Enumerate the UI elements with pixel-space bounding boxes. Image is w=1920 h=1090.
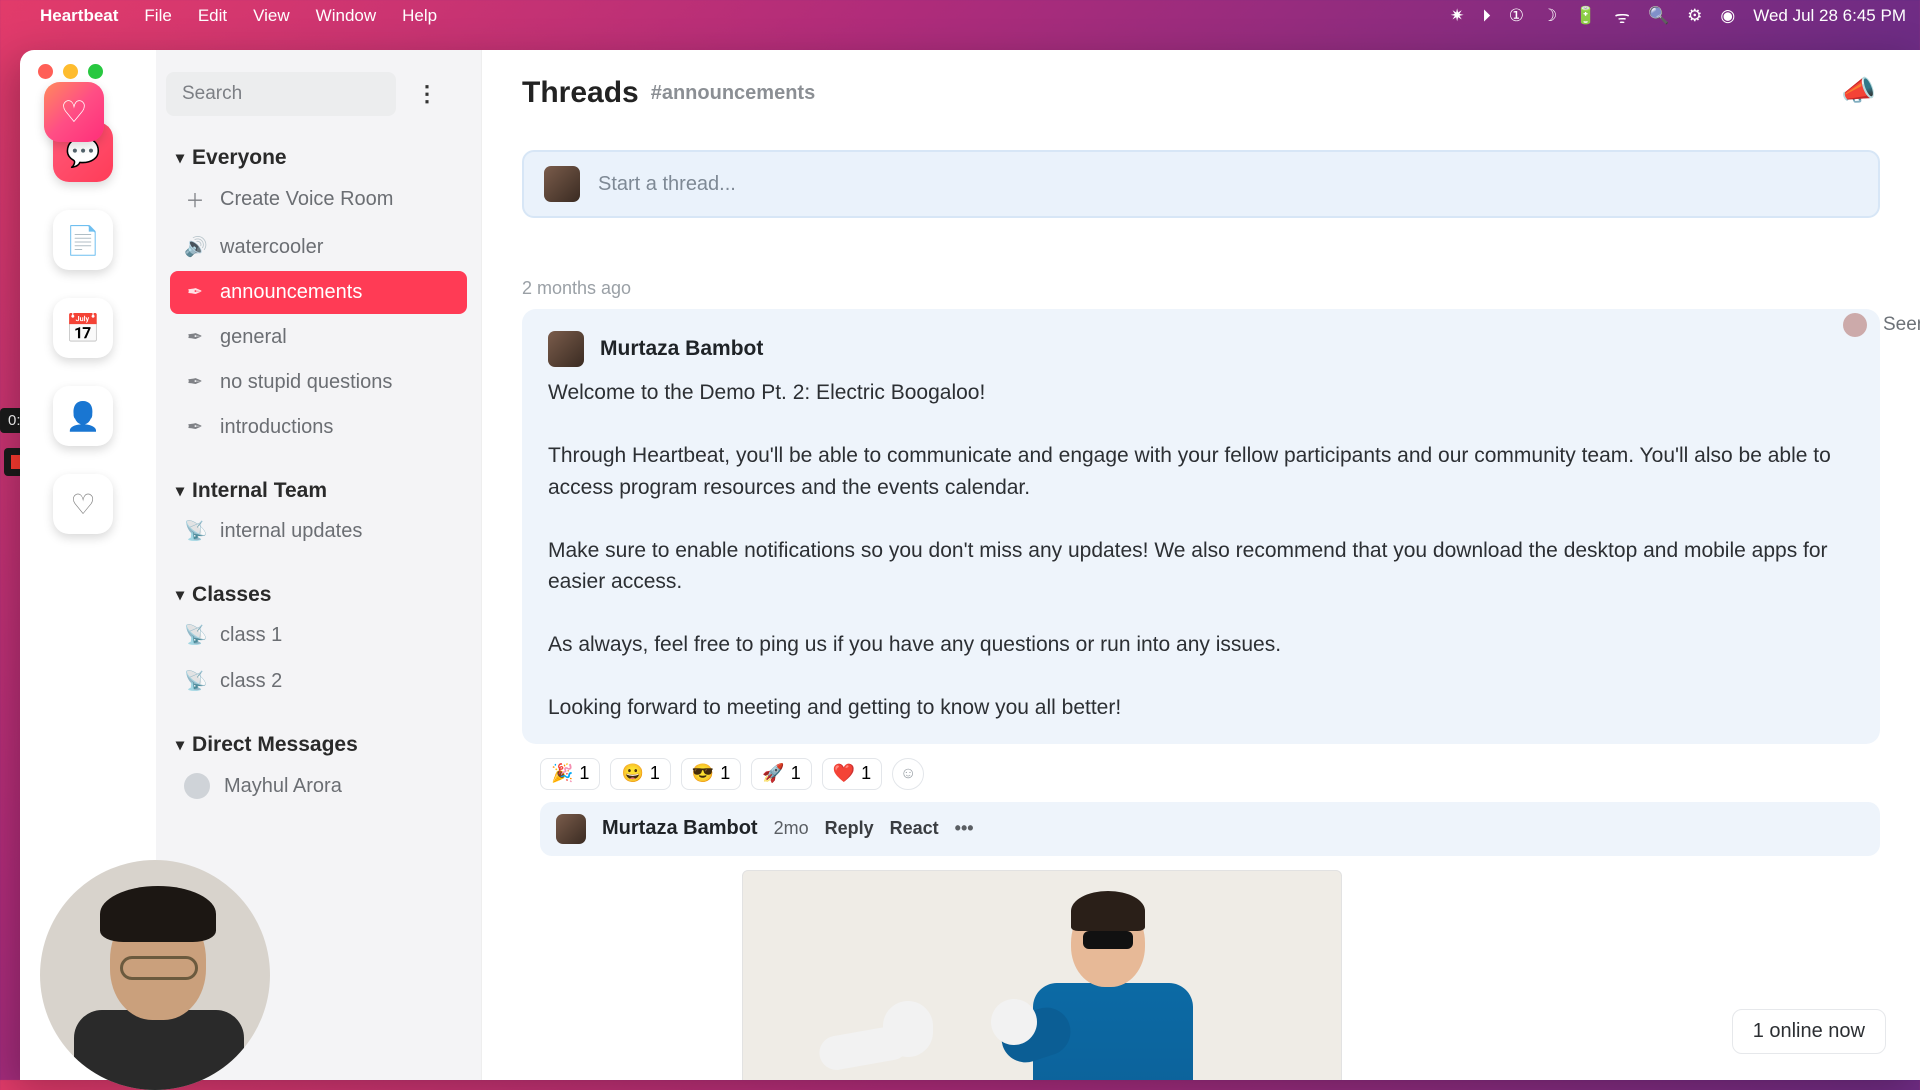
thread-post: Murtaza Bambot Welcome to the Demo Pt. 2… xyxy=(522,309,1880,744)
section-header-everyone[interactable]: ▾Everyone xyxy=(170,142,467,174)
avatar xyxy=(548,331,584,367)
broadcast-icon: 📡 xyxy=(184,519,206,543)
sidebar-item-create-voice-room[interactable]: ＋Create Voice Room xyxy=(170,176,467,223)
status-play-icon[interactable]: ⏵ xyxy=(1482,6,1491,26)
avatar xyxy=(544,166,580,202)
rail-people-icon[interactable]: 👤 xyxy=(53,386,113,446)
feather-icon: ✒ xyxy=(184,371,206,394)
feather-icon: ✒ xyxy=(184,281,206,304)
mac-menubar: Heartbeat File Edit View Window Help ✷ ⏵… xyxy=(0,0,1920,32)
channel-tag: #announcements xyxy=(651,82,815,105)
menu-help[interactable]: Help xyxy=(402,6,437,26)
menu-view[interactable]: View xyxy=(253,6,290,26)
timeline-group-label: 2 months ago xyxy=(522,278,1880,299)
webcam-bubble[interactable] xyxy=(40,860,270,1090)
search-placeholder: Search xyxy=(182,83,242,105)
sidebar-item-dm-mayhul[interactable]: Mayhul Arora xyxy=(170,763,467,809)
rail-heart-icon[interactable]: ♡ xyxy=(53,474,113,534)
page-header: Threads #announcements xyxy=(482,50,1920,120)
reply-age: 2mo xyxy=(774,818,809,839)
reaction-pill[interactable]: 🎉1 xyxy=(540,758,600,790)
seen-avatar xyxy=(1843,313,1867,337)
sidebar-menu-button[interactable]: ⋮ xyxy=(416,81,438,107)
reaction-bar: 🎉1 😀1 😎1 🚀1 ❤️1 ☺ xyxy=(540,758,1880,790)
avatar xyxy=(184,773,210,799)
menu-window[interactable]: Window xyxy=(316,6,376,26)
megaphone-icon[interactable]: 📣 xyxy=(1841,74,1876,107)
chevron-down-icon: ▾ xyxy=(176,735,184,755)
sidebar-item-announcements[interactable]: ✒announcements xyxy=(170,271,467,314)
post-meta: Seen by 2 Reply React ••• xyxy=(1843,313,1920,337)
speaker-icon: 🔊 xyxy=(184,235,206,259)
add-reaction-button[interactable]: ☺ xyxy=(892,758,924,790)
status-1password-icon[interactable]: ① xyxy=(1509,6,1524,26)
reply-reply-button[interactable]: Reply xyxy=(825,818,874,839)
sidebar-item-no-stupid-questions[interactable]: ✒no stupid questions xyxy=(170,361,467,404)
app-window: Search ⋮ ▾Everyone ＋Create Voice Room 🔊w… xyxy=(20,50,1920,1080)
feather-icon: ✒ xyxy=(184,326,206,349)
status-spotlight-icon[interactable]: 🔍 xyxy=(1648,6,1669,26)
compose-placeholder: Start a thread... xyxy=(598,173,736,196)
search-input[interactable]: Search xyxy=(166,72,396,116)
rail-app-icon[interactable]: ♡ xyxy=(44,82,104,142)
status-dnd-icon[interactable]: ☽ xyxy=(1542,6,1557,26)
sidebar-item-class-1[interactable]: 📡class 1 xyxy=(170,613,467,657)
reaction-pill[interactable]: ❤️1 xyxy=(822,758,882,790)
page-title: Threads xyxy=(522,76,639,110)
sidebar-item-internal-updates[interactable]: 📡internal updates xyxy=(170,509,467,553)
rail-calendar-icon[interactable]: 📅 xyxy=(53,298,113,358)
status-siri-icon[interactable]: ◉ xyxy=(1720,6,1735,26)
section-header-direct-messages[interactable]: ▾Direct Messages xyxy=(170,729,467,761)
menu-file[interactable]: File xyxy=(144,6,171,26)
sidebar-item-general[interactable]: ✒general xyxy=(170,316,467,359)
more-icon[interactable]: ••• xyxy=(955,818,974,839)
section-header-classes[interactable]: ▾Classes xyxy=(170,579,467,611)
main-pane: Threads #announcements 📣 Start a thread.… xyxy=(482,50,1920,1080)
avatar xyxy=(556,814,586,844)
status-gear-icon[interactable]: ✷ xyxy=(1450,6,1464,26)
reaction-pill[interactable]: 😀1 xyxy=(610,758,670,790)
status-battery-icon[interactable]: 🔋 xyxy=(1575,6,1596,26)
plus-icon: ＋ xyxy=(184,186,206,213)
reaction-pill[interactable]: 🚀1 xyxy=(751,758,811,790)
feather-icon: ✒ xyxy=(184,416,206,439)
reply-react-button[interactable]: React xyxy=(890,818,939,839)
reply-image[interactable] xyxy=(742,870,1342,1081)
status-control-center-icon[interactable]: ⚙ xyxy=(1687,6,1702,26)
sidebar-item-class-2[interactable]: 📡class 2 xyxy=(170,659,467,703)
menu-edit[interactable]: Edit xyxy=(198,6,227,26)
sidebar-item-watercooler[interactable]: 🔊watercooler xyxy=(170,225,467,269)
sidebar-item-introductions[interactable]: ✒introductions xyxy=(170,406,467,449)
broadcast-icon: 📡 xyxy=(184,623,206,647)
post-body: Welcome to the Demo Pt. 2: Electric Boog… xyxy=(548,377,1854,724)
broadcast-icon: 📡 xyxy=(184,669,206,693)
presence-pill[interactable]: 1 online now xyxy=(1732,1009,1886,1054)
rail-docs-icon[interactable]: 📄 xyxy=(53,210,113,270)
thread-reply: Murtaza Bambot 2mo Reply React ••• xyxy=(540,802,1880,856)
reply-author[interactable]: Murtaza Bambot xyxy=(602,817,758,840)
status-wifi-icon[interactable]: ᯤ xyxy=(1614,5,1630,28)
chevron-down-icon: ▾ xyxy=(176,481,184,501)
seen-by-label[interactable]: Seen by 2 xyxy=(1883,314,1920,336)
compose-thread-input[interactable]: Start a thread... xyxy=(522,150,1880,218)
app-rail: ♡ 💬 📄 📅 👤 ♡ xyxy=(44,82,122,534)
chevron-down-icon: ▾ xyxy=(176,585,184,605)
menubar-app-name[interactable]: Heartbeat xyxy=(40,6,118,26)
menubar-clock[interactable]: Wed Jul 28 6:45 PM xyxy=(1753,6,1906,26)
reaction-pill[interactable]: 😎1 xyxy=(681,758,741,790)
post-author[interactable]: Murtaza Bambot xyxy=(600,337,763,361)
chevron-down-icon: ▾ xyxy=(176,148,184,168)
section-header-internal-team[interactable]: ▾Internal Team xyxy=(170,475,467,507)
